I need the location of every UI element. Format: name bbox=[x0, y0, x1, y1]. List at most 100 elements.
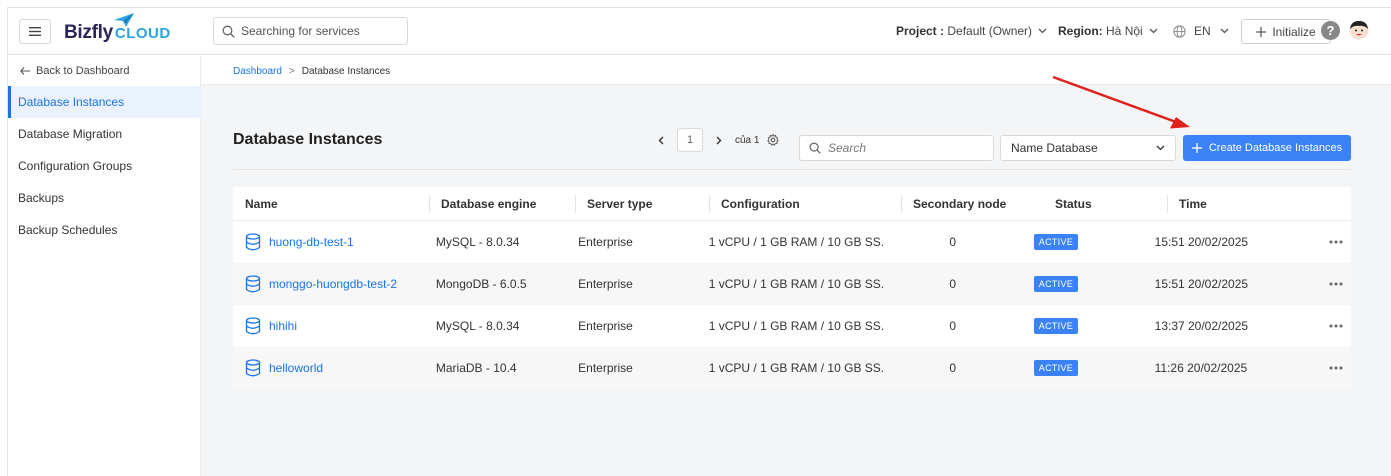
server-type-cell: Enterprise bbox=[578, 235, 633, 249]
project-value: Default (Owner) bbox=[947, 24, 1033, 38]
breadcrumb-bar: Dashboard > Database Instances bbox=[201, 56, 1391, 85]
server-type-cell: Enterprise bbox=[578, 277, 633, 291]
sidebar: Back to Dashboard Database Instances Dat… bbox=[8, 56, 201, 476]
globe-icon bbox=[1173, 24, 1186, 38]
database-icon bbox=[245, 359, 261, 377]
bizfly-logo[interactable]: Bizfly CLOUD bbox=[64, 13, 171, 44]
chevron-right-icon bbox=[716, 136, 722, 144]
engine-cell: MariaDB - 10.4 bbox=[435, 361, 517, 375]
language-value: EN bbox=[1194, 24, 1211, 38]
instance-name-link[interactable]: hihihi bbox=[269, 319, 297, 333]
column-header-status[interactable]: Status bbox=[1043, 187, 1167, 221]
gear-icon bbox=[767, 134, 780, 146]
pagination: của 1 bbox=[651, 128, 780, 152]
table-row[interactable]: huong-db-test-1 MySQL - 8.0.34 Enterpris… bbox=[233, 221, 1351, 263]
time-cell: 13:37 20/02/2025 bbox=[1154, 319, 1249, 333]
engine-cell: MySQL - 8.0.34 bbox=[435, 319, 520, 333]
instance-name-link[interactable]: huong-db-test-1 bbox=[269, 235, 354, 249]
status-badge: ACTIVE bbox=[1033, 234, 1079, 250]
next-page-button[interactable] bbox=[709, 128, 729, 152]
status-badge: ACTIVE bbox=[1033, 360, 1079, 376]
filter-select[interactable]: Name Database bbox=[1000, 135, 1176, 161]
search-icon bbox=[809, 142, 821, 154]
create-database-instances-button[interactable]: Create Database Instances bbox=[1183, 135, 1351, 161]
logo-main-text: Bizfly bbox=[64, 22, 113, 43]
more-horizontal-icon bbox=[1329, 282, 1343, 286]
column-header-time[interactable]: Time bbox=[1167, 187, 1351, 221]
column-header-engine[interactable]: Database engine bbox=[429, 187, 575, 221]
time-cell: 11:26 20/02/2025 bbox=[1154, 361, 1248, 375]
logo-sub-text: CLOUD bbox=[114, 25, 171, 42]
main-content: Dashboard > Database Instances Database … bbox=[201, 56, 1391, 476]
region-label: Region: bbox=[1058, 24, 1103, 38]
row-actions-button[interactable] bbox=[1322, 282, 1351, 286]
configuration-cell: 1 vCPU / 1 GB RAM / 10 GB SS... bbox=[708, 277, 884, 291]
initialize-button[interactable]: Initialize bbox=[1241, 19, 1331, 44]
sidebar-item-label: Database Instances bbox=[18, 95, 125, 109]
settings-button[interactable] bbox=[767, 134, 780, 146]
service-search[interactable] bbox=[213, 17, 408, 45]
configuration-cell: 1 vCPU / 1 GB RAM / 10 GB SS... bbox=[708, 319, 884, 333]
engine-cell: MongoDB - 6.0.5 bbox=[435, 277, 527, 291]
row-actions-button[interactable] bbox=[1322, 366, 1351, 370]
sidebar-item-configuration-groups[interactable]: Configuration Groups bbox=[8, 150, 201, 182]
back-label: Back to Dashboard bbox=[36, 65, 130, 77]
breadcrumb-dashboard-link[interactable]: Dashboard bbox=[233, 66, 282, 77]
status-cell: ACTIVE bbox=[1022, 318, 1143, 334]
top-header: Bizfly CLOUD Project : Default (Owner) R… bbox=[8, 8, 1391, 55]
time-cell: 15:51 20/02/2025 bbox=[1154, 277, 1249, 291]
table-row[interactable]: helloworld MariaDB - 10.4 Enterprise 1 v… bbox=[233, 347, 1351, 389]
status-badge: ACTIVE bbox=[1033, 318, 1079, 334]
breadcrumb: Dashboard > Database Instances bbox=[233, 66, 390, 77]
back-to-dashboard-link[interactable]: Back to Dashboard bbox=[20, 65, 130, 77]
prev-page-button[interactable] bbox=[651, 128, 671, 152]
project-selector[interactable]: Project : Default (Owner) bbox=[896, 24, 1047, 38]
search-icon bbox=[222, 25, 235, 38]
sidebar-item-backup-schedules[interactable]: Backup Schedules bbox=[8, 214, 201, 246]
more-horizontal-icon bbox=[1329, 324, 1343, 328]
chevron-down-icon bbox=[1220, 28, 1229, 34]
language-selector[interactable]: EN bbox=[1173, 24, 1229, 38]
region-selector[interactable]: Region: Hà Nội bbox=[1058, 24, 1158, 38]
database-icon bbox=[245, 275, 261, 293]
engine-cell: MySQL - 8.0.34 bbox=[435, 235, 520, 249]
row-actions-button[interactable] bbox=[1322, 240, 1351, 244]
instance-search-input[interactable] bbox=[828, 141, 978, 155]
time-cell: 15:51 20/02/2025 bbox=[1154, 235, 1249, 249]
sidebar-item-label: Configuration Groups bbox=[18, 159, 133, 173]
page-number-input[interactable] bbox=[677, 128, 703, 152]
sidebar-item-database-instances[interactable]: Database Instances bbox=[8, 86, 201, 118]
menu-button[interactable] bbox=[19, 19, 51, 44]
plus-icon bbox=[1256, 26, 1267, 37]
sidebar-item-label: Backups bbox=[18, 191, 65, 205]
database-icon bbox=[245, 233, 261, 251]
breadcrumb-current: Database Instances bbox=[301, 66, 391, 77]
divider bbox=[233, 169, 1351, 170]
avatar[interactable] bbox=[1349, 20, 1369, 40]
sidebar-nav: Database Instances Database Migration Co… bbox=[8, 86, 201, 246]
secondary-node-cell: 0 bbox=[949, 235, 957, 249]
column-header-configuration[interactable]: Configuration bbox=[709, 187, 901, 221]
status-cell: ACTIVE bbox=[1022, 276, 1143, 292]
sidebar-item-label: Database Migration bbox=[18, 127, 123, 141]
table-row[interactable]: hihihi MySQL - 8.0.34 Enterprise 1 vCPU … bbox=[233, 305, 1351, 347]
server-type-cell: Enterprise bbox=[578, 319, 633, 333]
row-actions-button[interactable] bbox=[1322, 324, 1351, 328]
status-cell: ACTIVE bbox=[1022, 234, 1143, 250]
help-icon[interactable]: ? bbox=[1321, 21, 1340, 40]
service-search-input[interactable] bbox=[241, 24, 391, 38]
region-value: Hà Nội bbox=[1106, 24, 1143, 38]
sidebar-item-backups[interactable]: Backups bbox=[8, 182, 201, 214]
column-header-server-type[interactable]: Server type bbox=[575, 187, 709, 221]
configuration-cell: 1 vCPU / 1 GB RAM / 10 GB SS... bbox=[708, 361, 884, 375]
instance-search[interactable] bbox=[799, 135, 994, 161]
instance-name-link[interactable]: monggo-huongdb-test-2 bbox=[269, 277, 397, 291]
column-header-secondary-node[interactable]: Secondary node bbox=[901, 187, 1043, 221]
column-header-name[interactable]: Name bbox=[233, 187, 429, 221]
name-cell: helloworld bbox=[233, 359, 424, 377]
chevron-left-icon bbox=[658, 136, 664, 144]
server-type-cell: Enterprise bbox=[578, 361, 633, 375]
sidebar-item-database-migration[interactable]: Database Migration bbox=[8, 118, 201, 150]
instance-name-link[interactable]: helloworld bbox=[269, 361, 323, 375]
table-row[interactable]: monggo-huongdb-test-2 MongoDB - 6.0.5 En… bbox=[233, 263, 1351, 305]
